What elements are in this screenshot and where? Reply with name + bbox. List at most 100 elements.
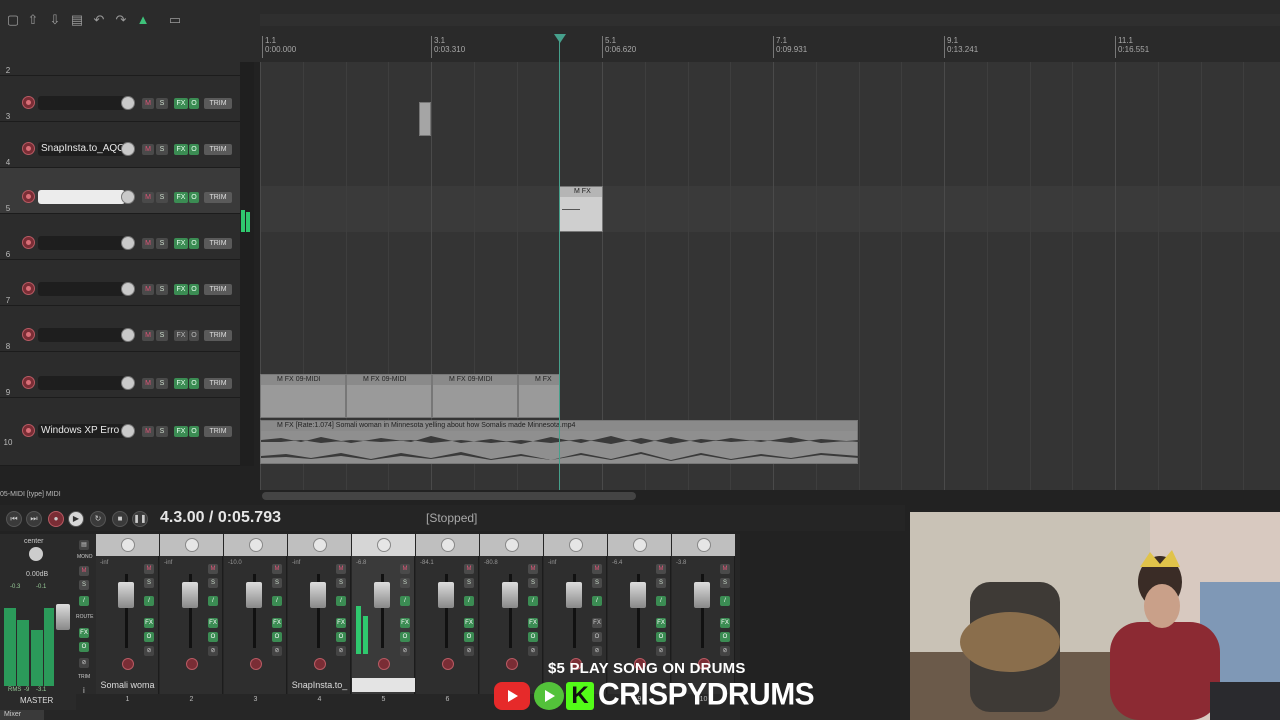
playhead[interactable] bbox=[559, 36, 560, 490]
mixer-channel[interactable]: -10.0 M S / FX O ⊘ 3 bbox=[224, 534, 287, 703]
channel-name[interactable] bbox=[352, 678, 415, 692]
io-button[interactable]: O bbox=[336, 632, 346, 642]
record-arm-button[interactable] bbox=[378, 658, 390, 670]
track-name[interactable] bbox=[38, 282, 125, 296]
track-row-selected[interactable]: 5 M S FX O TRIM bbox=[0, 168, 240, 214]
midi-item[interactable]: M FX 09-MIDI bbox=[432, 374, 518, 418]
mixer-tab[interactable]: Mixer bbox=[0, 710, 44, 720]
item-header[interactable]: M FX 09-MIDI bbox=[261, 375, 345, 385]
record-arm-button[interactable] bbox=[22, 424, 35, 437]
fx-button[interactable]: FX bbox=[174, 284, 188, 295]
fx-button[interactable]: FX bbox=[174, 238, 188, 249]
fx-button[interactable]: FX bbox=[592, 618, 602, 628]
metronome-icon[interactable]: ▲ bbox=[134, 12, 152, 28]
window-icon[interactable]: ▭ bbox=[166, 12, 184, 28]
trim-button[interactable]: TRIM bbox=[204, 284, 232, 295]
solo-button[interactable]: S bbox=[528, 578, 538, 588]
track-row[interactable]: 3 M S FX O TRIM bbox=[0, 76, 240, 122]
record-arm-button[interactable] bbox=[22, 282, 35, 295]
channel-name[interactable] bbox=[416, 678, 479, 692]
volume-knob[interactable] bbox=[121, 142, 135, 156]
volume-knob[interactable] bbox=[121, 328, 135, 342]
fx-button[interactable]: FX bbox=[336, 618, 346, 628]
mixer-channel[interactable]: -inf M S / FX O ⊘ Somali woma 1 bbox=[96, 534, 159, 703]
item-header[interactable]: M FX 09-MIDI bbox=[347, 375, 431, 385]
mixer-channel[interactable]: -inf M S / FX O ⊘ 2 bbox=[160, 534, 223, 703]
trim-button[interactable]: TRIM bbox=[204, 378, 232, 389]
mixer-channel[interactable]: -84.1 M S / FX O ⊘ 6 bbox=[416, 534, 479, 703]
mute-button[interactable]: M bbox=[142, 238, 154, 249]
fx-button[interactable]: FX bbox=[174, 426, 188, 437]
fx-button[interactable]: FX bbox=[174, 144, 188, 155]
io-button[interactable]: O bbox=[189, 238, 199, 249]
fx-button[interactable]: FX bbox=[464, 618, 474, 628]
solo-button[interactable]: S bbox=[400, 578, 410, 588]
play-icon[interactable]: ▶ bbox=[68, 511, 84, 527]
pan-knob[interactable] bbox=[185, 538, 199, 552]
solo-button[interactable]: S bbox=[272, 578, 282, 588]
master-pan-knob[interactable] bbox=[29, 547, 43, 561]
envelope-button[interactable]: / bbox=[464, 596, 474, 606]
solo-button[interactable]: S bbox=[720, 578, 730, 588]
envelope-button[interactable]: / bbox=[208, 596, 218, 606]
io-button[interactable]: O bbox=[208, 632, 218, 642]
item-buttons[interactable]: M FX bbox=[277, 376, 294, 383]
mute-button[interactable]: M bbox=[336, 564, 346, 574]
volume-fader[interactable] bbox=[182, 582, 198, 608]
envelope-button[interactable]: / bbox=[272, 596, 282, 606]
mono-label[interactable]: MONO bbox=[77, 554, 93, 560]
solo-button[interactable]: S bbox=[592, 578, 602, 588]
phase-icon[interactable]: ⊘ bbox=[336, 646, 346, 656]
track-name[interactable]: Windows XP Erro bbox=[38, 424, 125, 438]
track-row[interactable]: 10 Windows XP Erro M S FX O TRIM bbox=[0, 398, 240, 466]
item-fx-button[interactable]: FX bbox=[582, 188, 591, 195]
solo-button[interactable]: S bbox=[156, 238, 168, 249]
io-button[interactable]: O bbox=[272, 632, 282, 642]
item-header[interactable]: M FX bbox=[560, 187, 602, 197]
record-arm-button[interactable] bbox=[22, 328, 35, 341]
envelope-button[interactable]: / bbox=[528, 596, 538, 606]
solo-button[interactable]: S bbox=[156, 192, 168, 203]
channel-name[interactable]: Somali woma bbox=[96, 678, 159, 692]
trim-button[interactable]: TRIM bbox=[204, 98, 232, 109]
envelope-button[interactable]: / bbox=[592, 596, 602, 606]
pan-knob[interactable] bbox=[121, 538, 135, 552]
item-header[interactable]: M FX bbox=[519, 375, 559, 385]
trim-button[interactable]: TRIM bbox=[204, 426, 232, 437]
envelope-button[interactable]: / bbox=[656, 596, 666, 606]
pan-knob[interactable] bbox=[377, 538, 391, 552]
mute-button[interactable]: M bbox=[656, 564, 666, 574]
solo-button[interactable]: S bbox=[208, 578, 218, 588]
envelope-button[interactable]: / bbox=[400, 596, 410, 606]
midi-item[interactable]: M FX bbox=[518, 374, 560, 418]
solo-button[interactable]: S bbox=[156, 378, 168, 389]
volume-knob[interactable] bbox=[121, 282, 135, 296]
pan-knob[interactable] bbox=[441, 538, 455, 552]
io-button[interactable]: O bbox=[144, 632, 154, 642]
track-name[interactable] bbox=[38, 376, 125, 390]
volume-fader[interactable] bbox=[118, 582, 134, 608]
playhead-marker-icon[interactable] bbox=[554, 34, 566, 43]
phase-icon[interactable]: ⊘ bbox=[656, 646, 666, 656]
mixer-channel[interactable]: -inf M S / FX O ⊘ SnapInsta.to_ 4 bbox=[288, 534, 351, 703]
volume-fader[interactable] bbox=[502, 582, 518, 608]
track-name[interactable] bbox=[38, 190, 125, 204]
channel-name[interactable] bbox=[224, 678, 287, 692]
phase-icon[interactable]: ⊘ bbox=[208, 646, 218, 656]
volume-knob[interactable] bbox=[121, 96, 135, 110]
volume-knob[interactable] bbox=[121, 424, 135, 438]
fx-button[interactable]: FX bbox=[272, 618, 282, 628]
phase-icon[interactable]: ⊘ bbox=[144, 646, 154, 656]
master-phase-icon[interactable]: ⊘ bbox=[79, 658, 89, 668]
mute-button[interactable]: M bbox=[142, 330, 154, 341]
solo-button[interactable]: S bbox=[156, 98, 168, 109]
mute-button[interactable]: M bbox=[142, 98, 154, 109]
item-buttons[interactable]: M FX bbox=[535, 376, 552, 383]
project-settings-icon[interactable]: ▤ bbox=[68, 12, 86, 28]
info-icon[interactable]: i bbox=[83, 686, 85, 695]
io-button[interactable]: O bbox=[528, 632, 538, 642]
mute-button[interactable]: M bbox=[592, 564, 602, 574]
io-button[interactable]: O bbox=[592, 632, 602, 642]
solo-button[interactable]: S bbox=[464, 578, 474, 588]
pan-knob[interactable] bbox=[569, 538, 583, 552]
